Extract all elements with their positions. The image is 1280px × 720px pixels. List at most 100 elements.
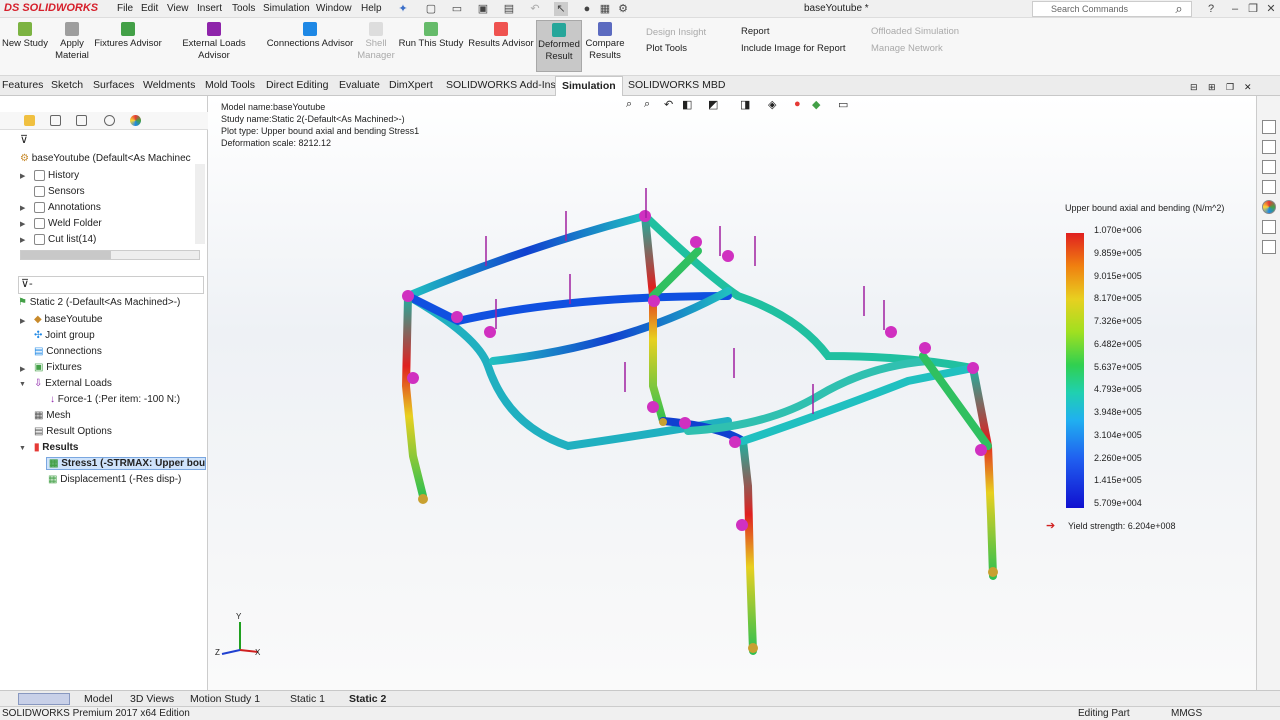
appearances-icon[interactable]	[1262, 200, 1276, 214]
save-icon[interactable]: ▣	[476, 2, 490, 16]
manage-network-button[interactable]: Manage Network	[871, 43, 943, 54]
viewport-tile-icon[interactable]: ⊞	[1208, 82, 1216, 93]
tree-item-history[interactable]: History	[34, 170, 79, 181]
file-explorer-icon[interactable]	[1262, 180, 1276, 194]
study-item-mesh[interactable]: ▦ Mesh	[34, 410, 71, 421]
minimize-icon[interactable]: –	[1228, 2, 1242, 16]
tree-item-sensors[interactable]: Sensors	[34, 186, 85, 197]
filter-icon[interactable]: ⊽	[20, 133, 28, 146]
resources-icon[interactable]	[1262, 140, 1276, 154]
tree-root[interactable]: ⚙ baseYoutube (Default<As Machinec	[20, 153, 191, 164]
results-advisor-button[interactable]: Results Advisor	[468, 22, 534, 50]
pin-icon[interactable]: ✦	[396, 2, 410, 16]
report-button[interactable]: Report	[741, 26, 770, 37]
external-loads-advisor-button[interactable]: External Loads Advisor	[166, 22, 262, 62]
tree-item-weld-folder[interactable]: Weld Folder	[34, 218, 102, 229]
vertical-scrollbar[interactable]	[195, 164, 205, 244]
expand-icon[interactable]: ▶	[20, 204, 25, 212]
offloaded-simulation-button[interactable]: Offloaded Simulation	[871, 26, 959, 37]
tree-item-cut-list[interactable]: Cut list(14)	[34, 234, 96, 245]
expand-icon[interactable]: ▶	[20, 236, 25, 244]
fixtures-advisor-button[interactable]: Fixtures Advisor	[94, 22, 162, 50]
menu-simulation[interactable]: Simulation	[263, 3, 310, 14]
feature-manager-icon[interactable]	[24, 115, 35, 126]
study-item-fixtures[interactable]: ▣ Fixtures	[34, 362, 82, 373]
study-root[interactable]: ⚑ Static 2 (-Default<As Machined>-)	[18, 297, 180, 308]
tree-item-annotations[interactable]: Annotations	[34, 202, 101, 213]
restore-icon[interactable]: ❐	[1246, 2, 1260, 16]
rebuild-icon[interactable]: ●	[580, 2, 594, 16]
collapse-icon[interactable]: ▼	[19, 381, 26, 388]
print-icon[interactable]: ▤	[502, 2, 516, 16]
tab-features[interactable]: Features	[2, 79, 43, 91]
new-document-icon[interactable]: ▢	[424, 2, 438, 16]
tab-static-1[interactable]: Static 1	[290, 693, 325, 705]
menu-help[interactable]: Help	[361, 3, 382, 14]
forum-icon[interactable]	[1262, 240, 1276, 254]
expand-icon[interactable]: ▶	[20, 365, 25, 373]
tab-model[interactable]: Model	[84, 693, 113, 705]
connections-advisor-button[interactable]: Connections Advisor	[265, 22, 355, 50]
tab-simulation[interactable]: Simulation	[555, 76, 623, 96]
configuration-manager-icon[interactable]	[76, 115, 87, 126]
menu-edit[interactable]: Edit	[141, 3, 158, 14]
viewport-close-icon[interactable]: ✕	[1244, 82, 1252, 93]
result-stress1[interactable]: ▦ Stress1 (-STRMAX: Upper bou	[46, 457, 206, 470]
apply-material-button[interactable]: Apply Material	[52, 22, 92, 62]
dimxpert-icon[interactable]	[104, 115, 115, 126]
tab-3d-views[interactable]: 3D Views	[130, 693, 174, 705]
expand-icon[interactable]: ▶	[20, 220, 25, 228]
tab-mold-tools[interactable]: Mold Tools	[205, 79, 255, 91]
file-properties-icon[interactable]: ▦	[598, 2, 612, 16]
menu-tools[interactable]: Tools	[232, 3, 255, 14]
run-this-study-button[interactable]: Run This Study	[398, 22, 464, 50]
result-displacement1[interactable]: ▦ Displacement1 (-Res disp-)	[48, 474, 181, 485]
plot-tools-button[interactable]: Plot Tools	[646, 43, 687, 54]
tab-direct-editing[interactable]: Direct Editing	[266, 79, 328, 91]
shell-manager-button[interactable]: Shell Manager	[356, 22, 396, 62]
horizontal-scrollbar[interactable]	[20, 250, 200, 260]
study-item-results[interactable]: ▮ Results	[34, 442, 78, 453]
tab-surfaces[interactable]: Surfaces	[93, 79, 134, 91]
options-icon[interactable]: ⚙	[616, 2, 630, 16]
custom-properties-icon[interactable]	[1262, 220, 1276, 234]
study-item-connections[interactable]: ▤ Connections	[34, 346, 102, 357]
study-item-force-1[interactable]: ↓ Force-1 (:Per item: -100 N:)	[50, 394, 180, 405]
menu-window[interactable]: Window	[316, 3, 352, 14]
open-icon[interactable]: ▭	[450, 2, 464, 16]
study-filter-input[interactable]: ⊽-	[18, 276, 204, 294]
expand-icon[interactable]: ▶	[20, 172, 25, 180]
close-icon[interactable]: ✕	[1264, 2, 1278, 16]
study-item-joint-group[interactable]: ✣ Joint group	[34, 330, 95, 341]
collapse-icon[interactable]: ▼	[19, 445, 26, 452]
select-icon[interactable]: ↖	[554, 2, 568, 16]
property-manager-icon[interactable]	[50, 115, 61, 126]
tab-scroll-arrows[interactable]	[18, 693, 70, 705]
menu-insert[interactable]: Insert	[197, 3, 222, 14]
tab-addins[interactable]: SOLIDWORKS Add-Ins	[446, 79, 556, 91]
tab-sketch[interactable]: Sketch	[51, 79, 83, 91]
tab-static-2[interactable]: Static 2	[349, 693, 386, 705]
display-manager-icon[interactable]	[130, 115, 141, 126]
viewport-minimize-icon[interactable]: ⊟	[1190, 82, 1198, 93]
help-icon[interactable]: ?	[1204, 2, 1218, 16]
undo-icon[interactable]: ↶	[528, 2, 542, 16]
units-text[interactable]: MMGS	[1171, 708, 1202, 719]
home-icon[interactable]	[1262, 120, 1276, 134]
deformed-result-button[interactable]: Deformed Result	[536, 20, 582, 72]
tab-motion-study[interactable]: Motion Study 1	[190, 693, 260, 705]
include-image-button[interactable]: Include Image for Report	[741, 43, 846, 54]
tab-mbd[interactable]: SOLIDWORKS MBD	[628, 79, 725, 91]
tab-dimxpert[interactable]: DimXpert	[389, 79, 433, 91]
study-item-external-loads[interactable]: ⇩ External Loads	[34, 378, 112, 389]
tab-evaluate[interactable]: Evaluate	[339, 79, 380, 91]
expand-icon[interactable]: ▶	[20, 317, 25, 325]
tab-weldments[interactable]: Weldments	[143, 79, 195, 91]
study-item-result-options[interactable]: ▤ Result Options	[34, 426, 112, 437]
search-commands-input[interactable]: Search Commands	[1032, 1, 1192, 17]
design-library-icon[interactable]	[1262, 160, 1276, 174]
compare-results-button[interactable]: Compare Results	[584, 22, 626, 62]
study-item-part[interactable]: ◆ baseYoutube	[34, 314, 103, 325]
new-study-button[interactable]: New Study	[2, 22, 48, 50]
menu-file[interactable]: File	[117, 3, 133, 14]
